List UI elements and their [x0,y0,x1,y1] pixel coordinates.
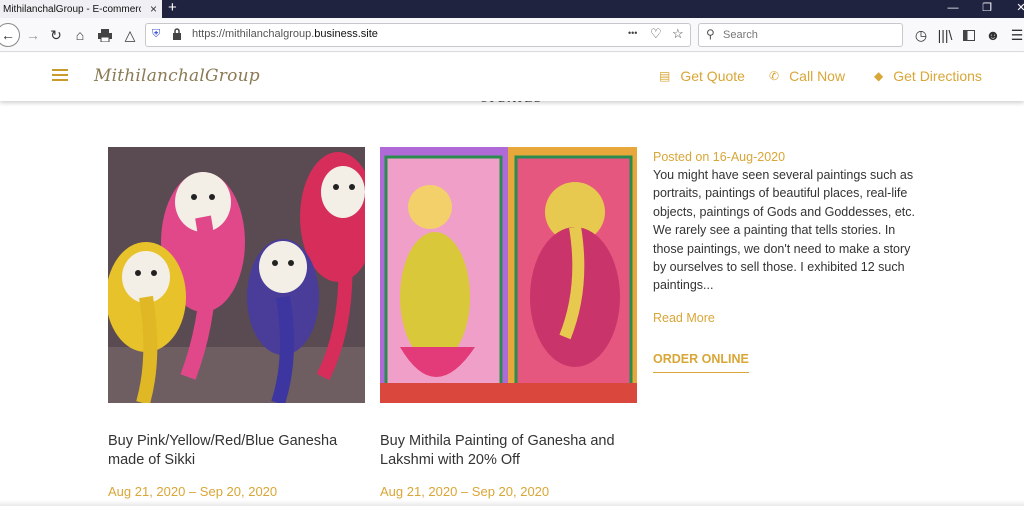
close-window-icon[interactable]: ✕ [1002,0,1024,18]
home-icon[interactable]: ⌂ [69,24,91,46]
pocket-icon[interactable]: ♡ [650,26,662,42]
tab-title: MithilanchalGroup - E-commerce [3,3,141,15]
bookmark-up-icon[interactable]: △ [119,24,141,46]
page-actions-icon[interactable]: ••• [628,28,637,38]
lock-icon[interactable] [172,28,182,43]
restore-icon[interactable]: ❐ [968,0,1006,18]
minimize-icon[interactable]: — [934,0,972,18]
site-header: MithilanchalGroup ▤ Get Quote ✆ Call Now… [0,53,1024,101]
hamburger-icon[interactable] [52,69,68,81]
browser-toolbar: ← → ↻ ⌂ △ ⛨ https://mithilanchalgroup.bu… [0,18,1024,52]
library-icon[interactable]: |||\ [934,24,956,46]
phone-icon: ✆ [769,69,780,83]
search-icon: ⚲ [706,27,715,41]
read-more-link[interactable]: Read More [653,311,715,325]
history-icon[interactable]: ◷ [910,24,932,46]
card-date-1: Aug 21, 2020 – Sep 20, 2020 [108,484,278,499]
post-body: You might have seen several paintings su… [653,168,915,293]
tab-close-icon[interactable]: × [150,2,157,16]
star-icon[interactable]: ☆ [672,26,684,42]
call-now-label: Call Now [789,68,846,84]
forward-icon[interactable]: → [22,24,44,46]
card-image-sikki-ganesha[interactable] [108,147,365,403]
reload-icon[interactable]: ↻ [45,24,67,46]
directions-icon: ◆ [874,69,884,83]
card-image-mithila-painting[interactable] [380,147,637,403]
order-online-button[interactable]: ORDER ONLINE [653,352,749,373]
get-quote-label: Get Quote [680,68,745,84]
url-text[interactable]: https://mithilanchalgroup.business.site [192,28,378,40]
browser-tab[interactable]: MithilanchalGroup - E-commerce × [0,0,162,18]
card-title-2[interactable]: Buy Mithila Painting of Ganesha and Laks… [380,432,640,470]
back-icon[interactable]: ← [0,23,20,47]
search-bar[interactable]: ⚲ Search [698,23,903,47]
card-date-2: Aug 21, 2020 – Sep 20, 2020 [380,484,550,499]
url-bar[interactable]: ⛨ https://mithilanchalgroup.business.sit… [145,23,691,47]
get-quote-link[interactable]: ▤ Get Quote [659,68,745,84]
get-directions-label: Get Directions [893,68,982,84]
page-bottom-edge [0,500,1024,506]
search-input[interactable]: Search [723,29,758,41]
menu-icon[interactable]: ☰ [1006,24,1024,46]
call-now-link[interactable]: ✆ Call Now [769,68,845,84]
url-prefix: https://mithilanchalgroup. [192,28,315,40]
quote-icon: ▤ [659,69,671,83]
post-date: Posted on 16-Aug-2020 [653,150,786,164]
print-icon[interactable] [94,24,116,46]
brand-logo[interactable]: MithilanchalGroup [94,66,260,86]
card-title-1[interactable]: Buy Pink/Yellow/Red/Blue Ganesha made of… [108,432,368,470]
shield-icon[interactable]: ⛨ [152,28,160,41]
get-directions-link[interactable]: ◆ Get Directions [874,68,982,84]
account-icon[interactable]: ☻ [982,24,1004,46]
new-tab-button[interactable]: + [168,0,177,16]
browser-tab-strip: MithilanchalGroup - E-commerce × + — ❐ ✕ [0,0,1024,18]
url-domain: business.site [314,28,378,40]
sidebar-icon[interactable] [958,24,980,46]
